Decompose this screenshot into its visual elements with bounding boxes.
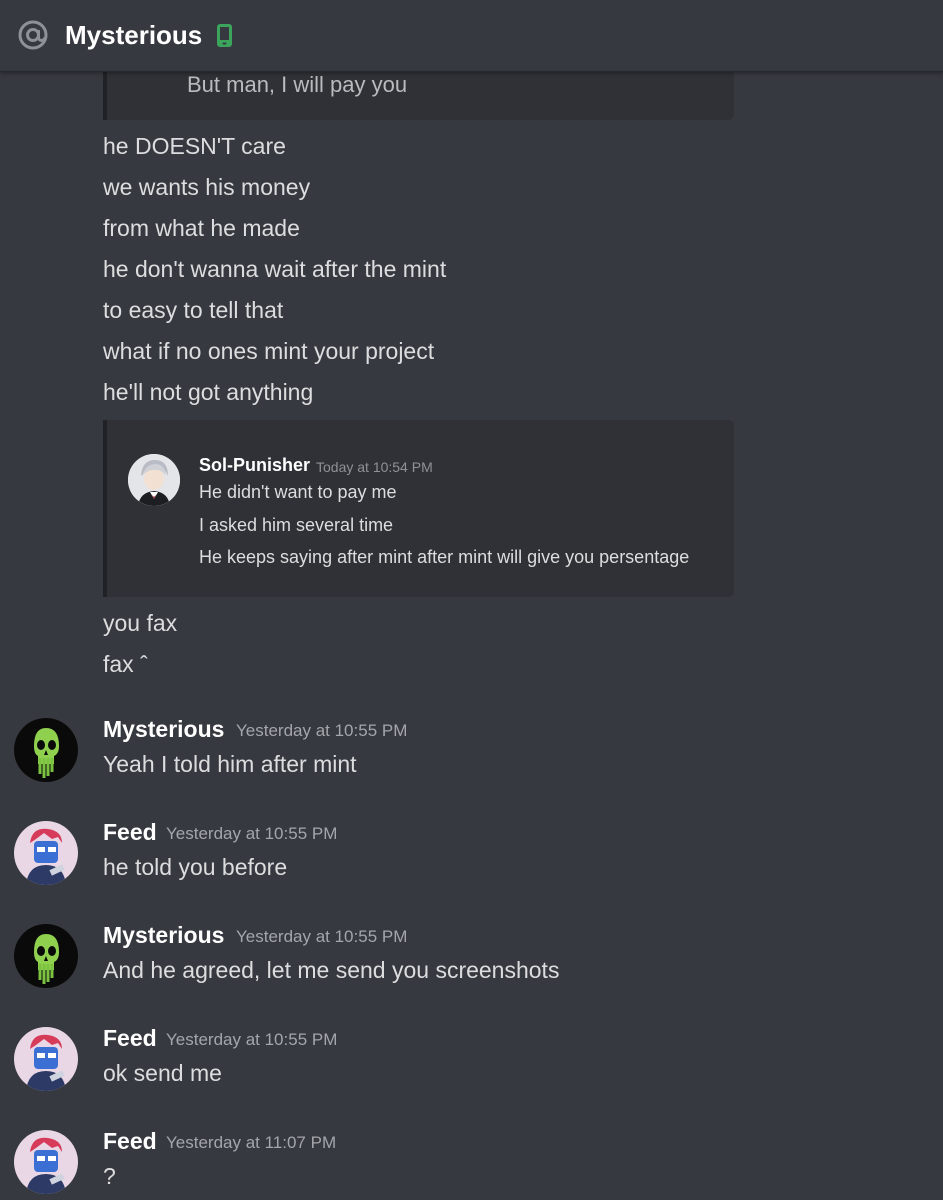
message-timestamp: Yesterday at 10:55 PM — [236, 927, 408, 946]
blue-robot-avatar-icon — [14, 1027, 78, 1091]
message-text[interactable]: ? — [103, 1161, 116, 1191]
quoted-message-embed[interactable]: Sol-Punisher Today at 10:54 PM He didn't… — [103, 420, 734, 597]
message-text[interactable]: he don't wanna wait after the mint — [103, 254, 446, 284]
feed-avatar[interactable] — [14, 1130, 78, 1194]
feed-avatar[interactable] — [14, 1027, 78, 1091]
channel-header: Mysterious — [0, 0, 943, 72]
message-timestamp: Yesterday at 10:55 PM — [166, 1030, 338, 1049]
blue-robot-avatar-icon — [14, 821, 78, 885]
feed-avatar[interactable] — [14, 821, 78, 885]
message-text[interactable]: what if no ones mint your project — [103, 336, 434, 366]
message-text[interactable]: we wants his money — [103, 172, 310, 202]
message-group[interactable]: Mysterious Yesterday at 10:55 PM Yeah I … — [0, 716, 943, 798]
quote-timestamp: Today at 10:54 PM — [316, 459, 433, 475]
at-sign-icon — [18, 20, 48, 50]
message-group[interactable]: Feed Yesterday at 10:55 PM he told you b… — [0, 819, 943, 901]
message-text[interactable]: he DOESN'T care — [103, 131, 286, 161]
green-skull-avatar-icon — [14, 924, 78, 988]
author-name[interactable]: Feed — [103, 817, 157, 847]
mysterious-avatar[interactable] — [14, 718, 78, 782]
channel-title: Mysterious — [65, 20, 203, 50]
message-group[interactable]: Mysterious Yesterday at 10:55 PM And he … — [0, 922, 943, 1004]
quote-line: I asked him several time — [199, 515, 394, 535]
message-timestamp: Yesterday at 10:55 PM — [166, 824, 338, 843]
message-text[interactable]: you fax — [103, 608, 177, 638]
message-text[interactable]: Yeah I told him after mint — [103, 749, 357, 779]
author-name[interactable]: Feed — [103, 1126, 157, 1156]
author-name[interactable]: Mysterious — [103, 920, 224, 950]
quote-author[interactable]: Sol-Punisher — [199, 454, 310, 476]
message-text[interactable]: from what he made — [103, 213, 300, 243]
blue-robot-avatar-icon — [14, 1130, 78, 1194]
anime-character-avatar-icon — [128, 454, 180, 506]
message-timestamp: Yesterday at 10:55 PM — [236, 721, 408, 740]
quote-line: He didn't want to pay me — [199, 482, 397, 502]
green-skull-avatar-icon — [14, 718, 78, 782]
embed-cut-text: But man, I will pay you — [187, 72, 408, 97]
message-text[interactable]: to easy to tell that — [103, 295, 283, 325]
message-group[interactable]: Feed Yesterday at 10:55 PM ok send me — [0, 1025, 943, 1107]
sol-punisher-avatar[interactable] — [128, 454, 180, 506]
message-text[interactable]: And he agreed, let me send you screensho… — [103, 955, 559, 985]
quote-line: He keeps saying after mint after mint wi… — [199, 547, 690, 567]
author-name[interactable]: Mysterious — [103, 714, 224, 744]
message-text[interactable]: fax ˆ — [103, 649, 148, 679]
message-text[interactable]: ok send me — [103, 1058, 222, 1088]
author-name[interactable]: Feed — [103, 1023, 157, 1053]
mobile-phone-icon — [217, 24, 232, 47]
message-list[interactable]: But man, I will pay you he DOESN'T care … — [0, 72, 943, 1200]
reply-embed-top: But man, I will pay you — [103, 72, 734, 120]
message-group[interactable]: Feed Yesterday at 11:07 PM ? — [0, 1128, 943, 1200]
message-timestamp: Yesterday at 11:07 PM — [166, 1133, 337, 1152]
mysterious-avatar[interactable] — [14, 924, 78, 988]
message-text[interactable]: he told you before — [103, 852, 287, 882]
message-text[interactable]: he'll not got anything — [103, 377, 313, 407]
